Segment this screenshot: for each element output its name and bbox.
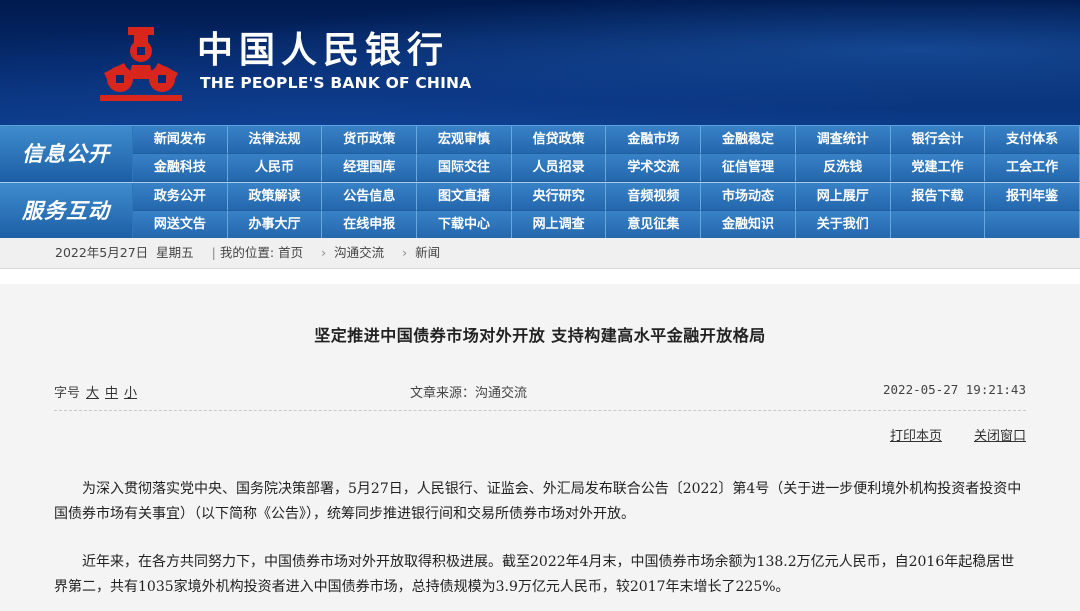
breadcrumb: 2022年5月27日 星期五 | 我的位置: 首页 › 沟通交流 › 新闻 (0, 238, 1080, 269)
nav-item[interactable]: 意见征集 (606, 211, 702, 239)
nav-item-empty (985, 211, 1080, 239)
nav-item[interactable]: 市场动态 (701, 183, 796, 211)
nav-item[interactable]: 在线申报 (322, 211, 418, 239)
article-container: 坚定推进中国债券市场对外开放 支持构建高水平金融开放格局 字号大中小 文章来源：… (0, 284, 1080, 611)
article-paragraph: 为深入贯彻落实党中央、国务院决策部署，5月27日，人民银行、证监会、外汇局发布联… (54, 481, 1022, 522)
nav-item[interactable]: 音频视频 (606, 183, 702, 211)
nav-group-service: 服务互动 政务公开 政策解读 公告信息 图文直播 央行研究 音频视频 市场动态 … (0, 183, 1080, 239)
breadcrumb-news-link[interactable]: 新闻 (415, 245, 440, 260)
nav-item[interactable]: 货币政策 (322, 126, 418, 154)
article-paragraph: 近年来，在各方共同努力下，中国债券市场对外开放取得积极进展。截至2022年4月末… (54, 554, 1015, 595)
nav-grid-service: 政务公开 政策解读 公告信息 图文直播 央行研究 音频视频 市场动态 网上展厅 … (133, 183, 1080, 239)
breadcrumb-bar: | (211, 245, 216, 260)
article-actions: 打印本页 关闭窗口 (858, 425, 1026, 444)
chevron-right-icon: › (321, 245, 327, 260)
nav-item[interactable]: 办事大厅 (227, 211, 323, 239)
font-size-medium-button[interactable]: 中 (105, 386, 118, 401)
font-size-label: 字号 (54, 386, 81, 401)
nav-item[interactable]: 金融知识 (701, 211, 796, 239)
bank-name-english[interactable]: THE PEOPLE'S BANK OF CHINA (200, 74, 471, 92)
breadcrumb-home-link[interactable]: 首页 (278, 245, 303, 260)
article-title: 坚定推进中国债券市场对外开放 支持构建高水平金融开放格局 (314, 326, 766, 345)
nav-item[interactable]: 政策解读 (227, 183, 323, 211)
nav-item-empty (890, 211, 986, 239)
meta-separator (54, 410, 1026, 411)
bank-name-chinese[interactable]: 中国人民银行 (197, 30, 449, 70)
nav-item[interactable]: 党建工作 (890, 154, 986, 182)
nav-item[interactable]: 征信管理 (701, 154, 796, 182)
nav-group-title-service: 服务互动 (0, 183, 132, 239)
nav-item[interactable]: 信贷政策 (511, 126, 607, 154)
article-datetime: 2022-05-27 19:21:43 (883, 382, 1026, 397)
breadcrumb-communication-link[interactable]: 沟通交流 (334, 245, 384, 260)
nav-item[interactable]: 网送文告 (133, 211, 228, 239)
article-meta: 字号大中小 文章来源：沟通交流 2022-05-27 19:21:43 (54, 382, 1026, 402)
nav-grid-info: 新闻发布 法律法规 货币政策 宏观审慎 信贷政策 金融市场 金融稳定 调查统计 … (133, 126, 1080, 182)
nav-item[interactable]: 关于我们 (795, 211, 891, 239)
nav-item[interactable]: 经理国库 (322, 154, 418, 182)
nav-item[interactable]: 报刊年鉴 (985, 183, 1080, 211)
nav-item[interactable]: 法律法规 (227, 126, 323, 154)
nav-item[interactable]: 网上调查 (511, 211, 607, 239)
nav-item[interactable]: 网上展厅 (795, 183, 891, 211)
nav-item[interactable]: 人员招录 (511, 154, 607, 182)
nav-item[interactable]: 支付体系 (985, 126, 1080, 154)
font-size-large-button[interactable]: 大 (86, 386, 99, 401)
nav-item[interactable]: 工会工作 (985, 154, 1080, 182)
main-navigation: 信息公开 新闻发布 法律法规 货币政策 宏观审慎 信贷政策 金融市场 金融稳定 … (0, 125, 1080, 239)
nav-item[interactable]: 人民币 (227, 154, 323, 182)
nav-item[interactable]: 金融市场 (606, 126, 702, 154)
nav-item[interactable]: 新闻发布 (133, 126, 228, 154)
current-date: 2022年5月27日 (55, 245, 149, 260)
breadcrumb-content: 2022年5月27日 星期五 | 我的位置: 首页 › 沟通交流 › 新闻 (55, 238, 444, 268)
site-header: 中国人民银行 THE PEOPLE'S BANK OF CHINA (0, 0, 1080, 125)
nav-item[interactable]: 国际交往 (417, 154, 512, 182)
nav-item[interactable]: 政务公开 (133, 183, 228, 211)
font-size-controls: 字号大中小 (54, 382, 137, 401)
nav-item[interactable]: 宏观审慎 (417, 126, 512, 154)
pboc-emblem-icon[interactable] (98, 25, 184, 101)
nav-group-title-info: 信息公开 (0, 126, 132, 182)
nav-item[interactable]: 下载中心 (417, 211, 512, 239)
location-label: 我的位置: (219, 245, 275, 260)
nav-item[interactable]: 图文直播 (417, 183, 512, 211)
nav-item[interactable]: 公告信息 (322, 183, 418, 211)
nav-item[interactable]: 报告下载 (890, 183, 986, 211)
current-weekday: 星期五 (156, 245, 194, 260)
nav-item[interactable]: 学术交流 (606, 154, 702, 182)
nav-item[interactable]: 银行会计 (890, 126, 986, 154)
chevron-right-icon: › (402, 245, 408, 260)
close-window-link[interactable]: 关闭窗口 (974, 429, 1026, 444)
nav-item[interactable]: 金融科技 (133, 154, 228, 182)
nav-item[interactable]: 调查统计 (795, 126, 891, 154)
nav-group-info: 信息公开 新闻发布 法律法规 货币政策 宏观审慎 信贷政策 金融市场 金融稳定 … (0, 126, 1080, 182)
nav-item[interactable]: 金融稳定 (701, 126, 796, 154)
nav-item[interactable]: 央行研究 (511, 183, 607, 211)
font-size-small-button[interactable]: 小 (124, 386, 137, 401)
article-source: 文章来源：沟通交流 (410, 386, 528, 401)
nav-item[interactable]: 反洗钱 (795, 154, 891, 182)
print-page-link[interactable]: 打印本页 (890, 429, 942, 444)
